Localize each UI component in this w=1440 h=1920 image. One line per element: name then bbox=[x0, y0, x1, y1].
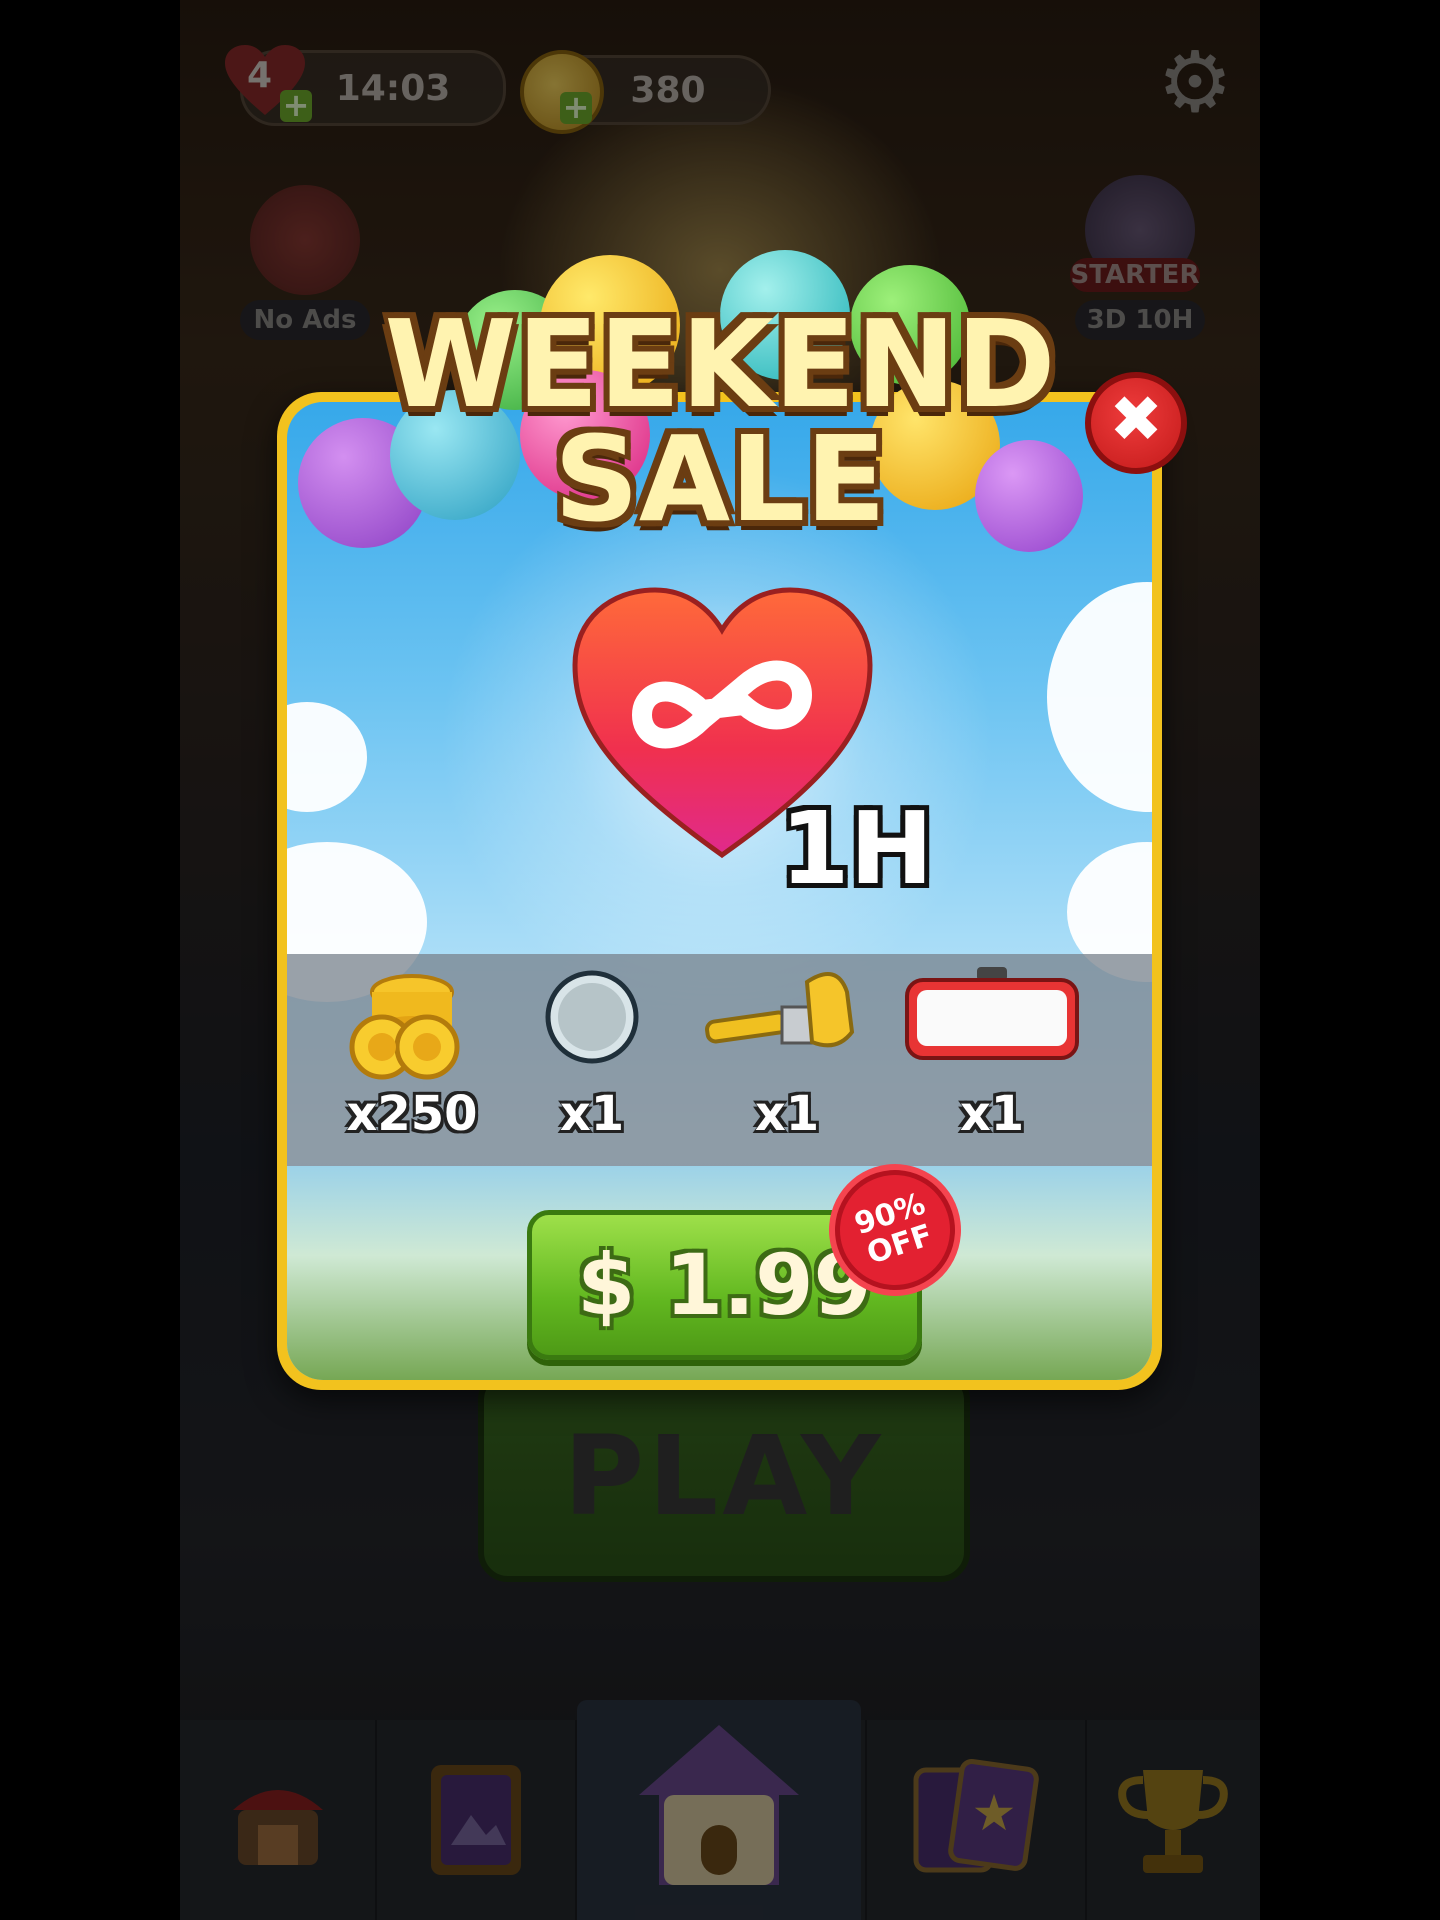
cloud-right bbox=[1047, 582, 1152, 812]
item-hammer-qty: x1 bbox=[754, 1086, 820, 1142]
cloud-left-mid bbox=[287, 702, 367, 812]
item-coins: x250 bbox=[337, 962, 487, 1162]
infinite-lives-duration: 1H bbox=[780, 790, 934, 907]
item-coins-qty: x250 bbox=[346, 1086, 478, 1142]
item-hammer: x1 bbox=[687, 962, 887, 1162]
hammer-icon bbox=[705, 972, 855, 1048]
toolbox-icon bbox=[905, 967, 1079, 1060]
item-toolbox-qty: x1 bbox=[959, 1086, 1025, 1142]
item-ring-qty: x1 bbox=[559, 1086, 625, 1142]
item-ring: x1 bbox=[517, 962, 667, 1162]
ring-icon bbox=[545, 970, 639, 1064]
coins-stack-icon bbox=[349, 974, 460, 1080]
close-button[interactable]: ✖ bbox=[1085, 372, 1187, 474]
item-toolbox: x1 bbox=[897, 962, 1087, 1162]
